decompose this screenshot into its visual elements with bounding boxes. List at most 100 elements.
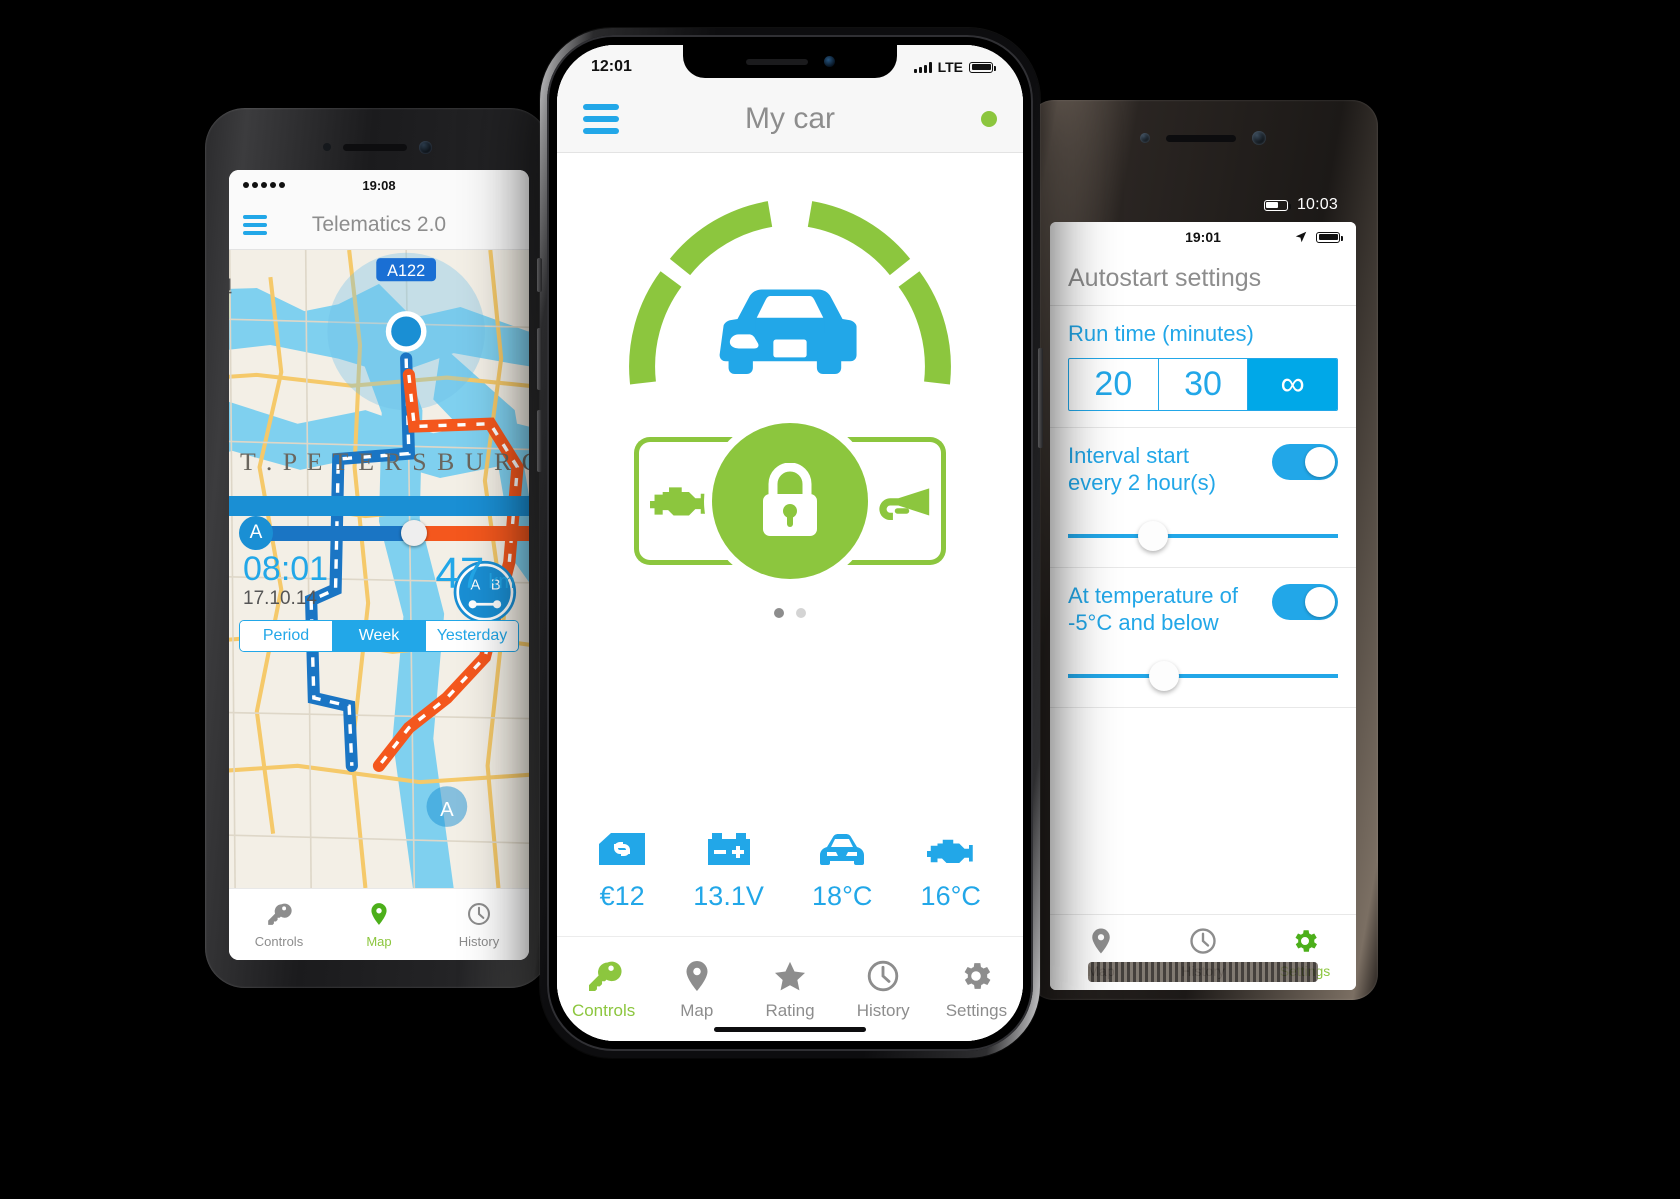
front-camera-icon <box>419 140 432 154</box>
right-app-header: Autostart settings <box>1050 252 1356 306</box>
metric-cabin-temp[interactable]: 18°C <box>812 831 872 912</box>
slider-knob[interactable] <box>1138 520 1169 551</box>
proximity-sensor-icon <box>323 143 331 151</box>
center-app: My car €12 13.1V 18°C 16°C Controls Map … <box>557 45 1023 1041</box>
car-front-icon <box>719 289 857 375</box>
segment-30[interactable]: 30 <box>1159 358 1249 410</box>
tab-controls-label: Controls <box>254 933 304 949</box>
page-dot-2[interactable] <box>796 608 806 618</box>
tab-settings[interactable]: Settings <box>930 958 1023 1021</box>
trip-bar-top <box>229 496 529 516</box>
slider-track <box>1068 533 1338 538</box>
tab-history[interactable]: History <box>429 901 529 949</box>
tab-controls[interactable]: Controls <box>557 958 650 1021</box>
engine-icon <box>649 487 705 516</box>
trip-time: 08:01 <box>243 550 329 588</box>
gear-icon <box>1295 930 1317 952</box>
engine-temp-icon <box>926 839 973 863</box>
trip-info: 08:01 17.10.14 47 km <box>229 550 529 610</box>
screenshot-stage: 19:08 Telematics 2.0 A122 S T . P E T E … <box>0 0 1680 1199</box>
metrics-row: €12 13.1V 18°C 16°C <box>557 807 1023 937</box>
interval-start-toggle[interactable] <box>1272 443 1338 480</box>
network-type-label: LTE <box>937 59 963 75</box>
segment-20[interactable]: 20 <box>1069 358 1159 410</box>
interval-start-slider[interactable] <box>1068 520 1338 551</box>
trip-range-slider[interactable]: A <box>229 516 529 550</box>
run-time-label: Run time (minutes) <box>1068 321 1254 346</box>
battery-icon <box>969 61 996 73</box>
hamburger-menu-icon[interactable] <box>583 103 619 134</box>
battery-icon <box>707 833 750 865</box>
key-icon <box>268 903 292 925</box>
segment-period[interactable]: Period <box>240 621 333 651</box>
segment-week[interactable]: Week <box>333 621 426 651</box>
left-page-title: Telematics 2.0 <box>311 212 447 236</box>
svg-text:A: A <box>440 799 454 821</box>
metric-battery[interactable]: 13.1V <box>693 831 764 912</box>
temperature-slider[interactable] <box>1068 660 1338 691</box>
right-settings-list[interactable]: Run time (minutes) 20 30 ∞ Interval star… <box>1050 306 1356 914</box>
tab-controls-label: Controls <box>571 1000 636 1020</box>
notch <box>683 45 897 78</box>
setting-row-interval-start: Interval start every 2 hour(s) <box>1050 428 1356 568</box>
segment-infinite[interactable]: ∞ <box>1248 358 1337 410</box>
metric-fuel-cost-value: €12 <box>599 881 645 911</box>
online-dot <box>981 110 997 127</box>
gear-icon <box>965 962 991 989</box>
page-indicator[interactable] <box>557 608 1023 618</box>
signal-bars-icon <box>913 61 932 73</box>
center-phone-device: 12:01 LTE My car €12 13.1V 18°C 16°C Con… <box>537 28 1043 1058</box>
fuel-cost-icon <box>599 833 646 865</box>
right-status-time: 19:01 <box>1185 229 1221 245</box>
volume-up-button[interactable] <box>537 328 542 390</box>
mute-switch[interactable] <box>537 258 542 292</box>
tab-map-label: Map <box>680 1000 714 1020</box>
period-segmented-control[interactable]: Period Week Yesterday <box>239 620 519 652</box>
tab-rating[interactable]: Rating <box>743 958 836 1021</box>
center-status-time: 12:01 <box>591 58 632 75</box>
volume-down-button[interactable] <box>537 410 542 472</box>
svg-text:Legal: Legal <box>229 277 231 295</box>
tab-history[interactable]: History <box>837 958 930 1021</box>
tab-controls[interactable]: Controls <box>229 901 329 949</box>
star-icon <box>775 961 805 990</box>
right-phone-screen: 19:01 Autostart settings Run time (minut… <box>1050 222 1356 990</box>
trip-distance-unit: km <box>488 571 515 593</box>
bottom-speaker-grille <box>1088 962 1318 982</box>
tab-map-label: Map <box>366 933 392 949</box>
front-camera-icon <box>823 56 835 67</box>
earpiece-speaker-icon <box>1166 134 1236 142</box>
run-time-segmented-control[interactable]: 20 30 ∞ <box>1068 357 1338 411</box>
temperature-toggle[interactable] <box>1272 583 1338 620</box>
map-pin-icon <box>371 902 387 925</box>
front-camera-icon <box>1252 131 1266 145</box>
tab-settings-label: Settings <box>945 1000 1008 1020</box>
right-status-bar: 19:01 <box>1050 222 1356 252</box>
center-status-icons: LTE <box>913 59 996 75</box>
trip-distance: 47 km <box>435 552 515 596</box>
earpiece-speaker-icon <box>745 58 808 65</box>
earpiece-speaker-icon <box>343 143 407 151</box>
segment-yesterday[interactable]: Yesterday <box>426 621 518 651</box>
slider-knob[interactable] <box>1149 660 1179 691</box>
horn-icon <box>878 488 929 521</box>
slider-knob[interactable] <box>401 520 427 546</box>
power-button[interactable] <box>1038 348 1043 448</box>
battery-full-icon <box>1316 231 1343 243</box>
home-indicator[interactable] <box>714 1027 866 1032</box>
metric-fuel-cost[interactable]: €12 <box>599 831 646 912</box>
tab-map[interactable]: Map <box>329 901 429 949</box>
tab-map[interactable]: Map <box>650 958 743 1021</box>
lock-button[interactable] <box>712 423 868 579</box>
left-app-header: Telematics 2.0 <box>229 200 529 250</box>
setting-row-temperature: At temperature of -5°C and below <box>1050 568 1356 708</box>
page-dot-1[interactable] <box>774 608 784 618</box>
setting-row-run-time: Run time (minutes) 20 30 ∞ <box>1050 306 1356 428</box>
tab-rating-label: Rating <box>765 1000 815 1020</box>
left-map-view[interactable]: A122 Legal S T . P E T E R S B U R G A B <box>229 250 529 888</box>
left-phone-screen: 19:08 Telematics 2.0 A122 S T . P E T E … <box>229 170 529 960</box>
metric-engine-temp[interactable]: 16°C <box>921 831 981 912</box>
left-tab-bar: Controls Map History <box>229 888 529 960</box>
right-app: 19:01 Autostart settings Run time (minut… <box>1050 222 1356 990</box>
svg-text:S T . P E T E R S B U R G: S T . P E T E R S B U R G <box>229 447 529 476</box>
